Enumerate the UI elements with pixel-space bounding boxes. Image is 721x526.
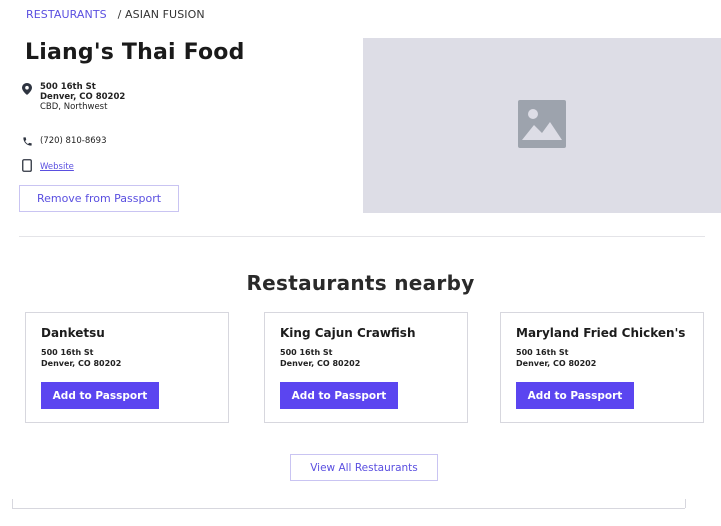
address-row: 500 16th St Denver, CO 80202 CBD, Northw…: [20, 82, 125, 112]
nearby-card: King Cajun Crawfish 500 16th St Denver, …: [264, 312, 468, 423]
website-row: Website: [20, 158, 74, 172]
restaurant-photo: [363, 38, 721, 213]
nearby-card-address: 500 16th St Denver, CO 80202: [41, 348, 122, 368]
nearby-card-address: 500 16th St Denver, CO 80202: [516, 348, 597, 368]
phone-number[interactable]: (720) 810-8693: [40, 136, 106, 146]
address-neighborhood: CBD, Northwest: [40, 102, 108, 112]
address-street: 500 16th St: [40, 82, 96, 92]
section-divider: [19, 236, 705, 237]
phone-row: (720) 810-8693: [20, 134, 106, 148]
breadcrumb: RESTAURANTS / ASIAN FUSION: [26, 8, 205, 21]
mobile-device-icon: [20, 158, 34, 172]
nearby-card-name[interactable]: Maryland Fried Chicken's: [516, 326, 685, 340]
map-pin-icon: [20, 82, 34, 96]
bottom-frame-left: [12, 499, 13, 508]
nearby-heading: Restaurants nearby: [246, 271, 475, 295]
nearby-card-name[interactable]: King Cajun Crawfish: [280, 326, 416, 340]
website-link[interactable]: Website: [40, 162, 74, 172]
bottom-frame-right: [685, 499, 686, 508]
nearby-card-name[interactable]: Danketsu: [41, 326, 105, 340]
phone-icon: [20, 134, 34, 148]
add-to-passport-button[interactable]: Add to Passport: [516, 382, 634, 409]
breadcrumb-restaurants-link[interactable]: RESTAURANTS: [26, 8, 107, 21]
page-title: Liang's Thai Food: [25, 40, 245, 65]
add-to-passport-button[interactable]: Add to Passport: [280, 382, 398, 409]
nearby-card: Danketsu 500 16th St Denver, CO 80202 Ad…: [25, 312, 229, 423]
view-all-restaurants-button[interactable]: View All Restaurants: [290, 454, 438, 481]
image-placeholder-icon: [518, 99, 566, 152]
nearby-card: Maryland Fried Chicken's 500 16th St Den…: [500, 312, 704, 423]
remove-from-passport-button[interactable]: Remove from Passport: [19, 185, 179, 212]
address-city: Denver, CO 80202: [40, 92, 126, 102]
add-to-passport-button[interactable]: Add to Passport: [41, 382, 159, 409]
breadcrumb-separator: /: [117, 8, 122, 21]
bottom-frame-rule: [12, 508, 685, 509]
breadcrumb-current: ASIAN FUSION: [125, 8, 205, 21]
nearby-card-address: 500 16th St Denver, CO 80202: [280, 348, 361, 368]
